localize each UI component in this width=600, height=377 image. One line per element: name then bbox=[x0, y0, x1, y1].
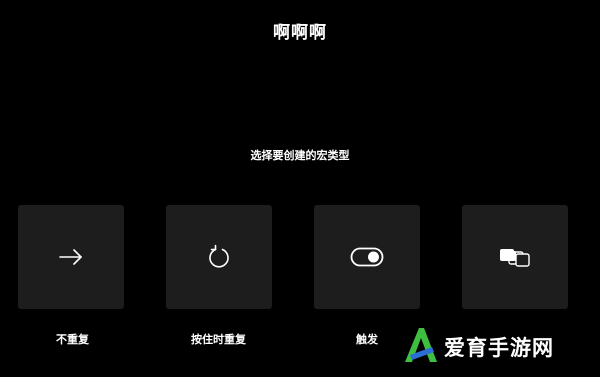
page-subtitle: 选择要创建的宏类型 bbox=[250, 149, 350, 162]
macro-type-label-repeat-while-held: 按住时重复 bbox=[191, 333, 246, 346]
site-watermark: 爱育手游网 bbox=[402, 323, 592, 371]
macro-type-label-no-repeat: 不重复 bbox=[56, 333, 89, 346]
repeat-icon bbox=[206, 244, 232, 270]
macro-type-screen: 啊啊啊 选择要创建的宏类型 不重复 按住时重复 触发 爱育手游网 bbox=[0, 0, 600, 377]
macro-type-card-toggle[interactable] bbox=[314, 205, 420, 309]
macro-type-card-repeat-while-held[interactable] bbox=[166, 205, 272, 309]
toggle-icon bbox=[350, 247, 384, 267]
macro-type-card-layers[interactable] bbox=[462, 205, 568, 309]
macro-type-label-toggle: 触发 bbox=[356, 333, 378, 346]
layers-icon bbox=[498, 246, 532, 268]
logo-a-icon bbox=[402, 325, 440, 369]
watermark-text: 爱育手游网 bbox=[444, 336, 554, 360]
arrow-right-icon bbox=[58, 248, 84, 266]
page-title: 啊啊啊 bbox=[273, 23, 327, 43]
macro-type-card-no-repeat[interactable] bbox=[18, 205, 124, 309]
